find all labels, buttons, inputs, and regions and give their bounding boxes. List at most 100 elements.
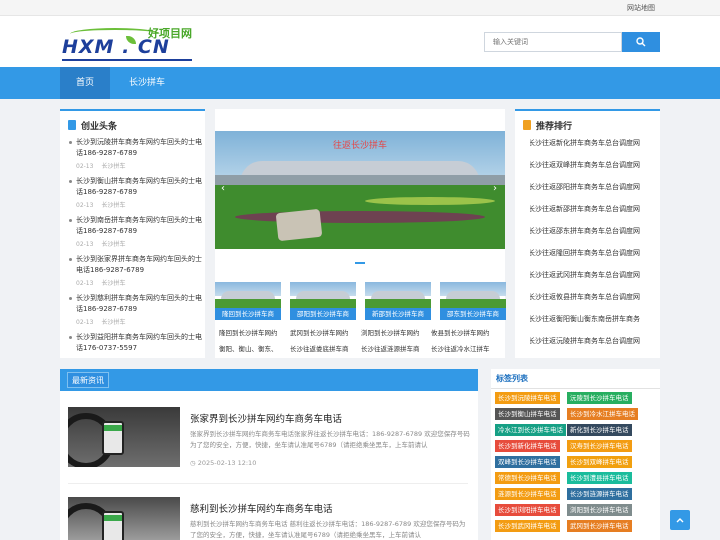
tag-link[interactable]: 长沙到澧县拼车电话	[567, 472, 632, 484]
sitemap-link[interactable]: 网站地图	[627, 3, 655, 13]
thumb-building	[371, 291, 425, 299]
article-title[interactable]: 慈利到长沙拼车网约车商务车电话	[190, 501, 333, 515]
thumb-card[interactable]: 邵阳到长沙拼车商	[290, 282, 356, 320]
ranking-item[interactable]: 长沙往返衡阳衡山衡东南岳拼车商务	[530, 314, 652, 324]
list-item[interactable]: 长沙到益阳拼车商务车网约车回头的士电话176-0737-5597	[69, 332, 206, 354]
tag-link[interactable]: 汉寿到长沙拼车电话	[567, 440, 632, 452]
back-to-top-button[interactable]	[670, 510, 690, 530]
tag-link[interactable]: 新化到长沙拼车电话	[567, 424, 632, 436]
tag-link[interactable]: 武冈到长沙拼车电话	[567, 520, 632, 532]
ranking-item[interactable]: 长沙往返新化拼车商务车总台调度网	[530, 138, 652, 148]
nav-home[interactable]: 首页	[60, 67, 110, 99]
list-item-title[interactable]: 长沙到沅陵拼车商务车网约车回头的士电话186-9287-6789	[69, 137, 206, 159]
thumb-label[interactable]: 新邵到长沙拼车商	[365, 308, 431, 320]
ranking-item[interactable]: 长沙往返邵东拼车商务车总台调度网	[530, 226, 652, 236]
list-item-category[interactable]: 长沙拼车	[101, 280, 125, 287]
thumb-building	[446, 291, 500, 299]
tag-link[interactable]: 双峰到长沙拼车电话	[495, 456, 560, 468]
ranking-item[interactable]: 长沙往返武冈拼车商务车总台调度网	[530, 270, 652, 280]
thumb-card[interactable]: 隆回到长沙拼车商	[215, 282, 281, 320]
search-button[interactable]	[622, 32, 660, 52]
thumb-link[interactable]: 隆回到长沙拼车网约	[219, 327, 281, 337]
ranking-item[interactable]: 长沙往返沅陵拼车商务车总台调度网	[530, 336, 652, 346]
tag-link[interactable]: 长沙到涟源拼车电话	[567, 488, 632, 500]
tag-link[interactable]: 沅陵到长沙拼车电话	[567, 392, 632, 404]
list-item-title[interactable]: 长沙到南岳拼车商务车网约车回头的士电话186-9287-6789	[69, 215, 206, 237]
ranking-title: 推荐排行	[523, 119, 572, 132]
tag-link[interactable]: 常德到长沙拼车电话	[495, 472, 560, 484]
article-thumbnail[interactable]	[68, 497, 180, 540]
site-logo[interactable]: HXM . CN 好项目网	[60, 22, 200, 62]
search-icon	[636, 37, 646, 47]
tags-title: 标签列表	[496, 374, 528, 383]
list-item-category[interactable]: 长沙拼车	[101, 202, 125, 209]
chevron-up-icon	[676, 518, 684, 523]
logo-cn: 好项目网	[148, 27, 192, 40]
thumb-link[interactable]: 长沙往返娄底拼车商	[290, 343, 352, 353]
list-item-title[interactable]: 长沙到张家界拼车商务车网约车回头的士电话186-9287-6789	[69, 254, 206, 276]
thumb-building	[296, 291, 350, 299]
list-item-title[interactable]: 长沙到慈利拼车商务车网约车回头的士电话186-9287-6789	[69, 293, 206, 315]
thumb-link[interactable]: 浏阳到长沙拼车网约	[361, 327, 423, 337]
carousel-hedge	[365, 197, 495, 205]
tag-link[interactable]: 长沙到浏阳拼车电话	[495, 504, 560, 516]
ranking-item[interactable]: 长沙往返双峰拼车商务车总台调度网	[530, 160, 652, 170]
article-thumbnail[interactable]	[68, 407, 180, 467]
list-item[interactable]: 长沙到衡山拼车商务车网约车回头的士电话186-9287-6789 02-13 长沙…	[69, 176, 206, 209]
thumb-label[interactable]: 隆回到长沙拼车商	[215, 308, 281, 320]
list-item-date: 02-13	[76, 319, 94, 326]
header: HXM . CN 好项目网	[0, 16, 720, 67]
tag-link[interactable]: 长沙到新化拼车电话	[495, 440, 560, 452]
ranking-item[interactable]: 长沙往返邵阳拼车商务车总台调度网	[530, 182, 652, 192]
thumb-label[interactable]: 邵东到长沙拼车商	[440, 308, 506, 320]
phone-screen-bar	[104, 425, 122, 431]
list-item-title[interactable]: 长沙到益阳拼车商务车网约车回头的士电话176-0737-5597	[69, 332, 206, 354]
carousel-next-icon[interactable]: ›	[493, 183, 497, 194]
nav-changsha[interactable]: 长沙拼车	[116, 67, 178, 99]
article-item[interactable]: 慈利到长沙拼车网约车商务车电话 慈利到长沙拼车网约车商务车电话 慈利往返长沙拼车…	[68, 497, 468, 540]
search-input[interactable]	[484, 32, 622, 52]
tag-link[interactable]: 长沙到衡山拼车电话	[495, 408, 560, 420]
thumb-link[interactable]: 衡阳、衡山、衡东、	[219, 343, 281, 353]
tag-link[interactable]: 长沙到沅陵拼车电话	[495, 392, 560, 404]
thumb-link[interactable]: 长沙往返涟源拼车商	[361, 343, 423, 353]
tag-link[interactable]: 浏阳到长沙拼车电话	[567, 504, 632, 516]
thumb-card[interactable]: 新邵到长沙拼车商	[365, 282, 431, 320]
list-item[interactable]: 长沙到慈利拼车商务车网约车回头的士电话186-9287-6789 02-13 长沙…	[69, 293, 206, 326]
list-item-category[interactable]: 长沙拼车	[101, 241, 125, 248]
carousel-image[interactable]: 往返长沙拼车 ‹ ›	[215, 131, 505, 249]
article-date-text: 2025-02-13 12:10	[197, 459, 257, 467]
tag-link[interactable]: 冷水江到长沙拼车电话	[495, 424, 566, 436]
tag-link[interactable]: 长沙到双峰拼车电话	[567, 456, 632, 468]
ranking-title-text: 推荐排行	[536, 122, 573, 132]
tag-link[interactable]: 长沙到武冈拼车电话	[495, 520, 560, 532]
carousel-building-base	[215, 175, 505, 185]
article-title[interactable]: 张家界到长沙拼车网约车商务车电话	[190, 411, 342, 425]
thumb-link[interactable]: 武冈到长沙拼车网约	[290, 327, 352, 337]
list-item[interactable]: 长沙到沅陵拼车商务车网约车回头的士电话186-9287-6789 02-13 长沙…	[69, 137, 206, 170]
list-item-category[interactable]: 长沙拼车	[101, 319, 125, 326]
phone-screen-bar	[104, 515, 122, 521]
list-item-category[interactable]: 长沙拼车	[101, 163, 125, 170]
tag-link[interactable]: 长沙到冷水江拼车电话	[567, 408, 638, 420]
divider	[68, 483, 468, 484]
list-item[interactable]: 长沙到南岳拼车商务车网约车回头的士电话186-9287-6789 02-13 长沙…	[69, 215, 206, 248]
carousel-stone	[275, 208, 323, 242]
article-desc: 慈利到长沙拼车网约车商务车电话 慈利往返长沙拼车电话：186-9287-6789…	[190, 520, 466, 539]
article-item[interactable]: 张家界到长沙拼车网约车商务车电话 张家界到长沙拼车网约车商务车电话张家界往返长沙…	[68, 407, 470, 469]
thumb-link[interactable]: 攸县到长沙拼车网约	[431, 327, 493, 337]
list-item[interactable]: 长沙到张家界拼车商务车网约车回头的士电话186-9287-6789 02-13 长…	[69, 254, 206, 287]
list-item-date: 02-13	[76, 163, 94, 170]
ranking-item[interactable]: 长沙往返隆回拼车商务车总台调度网	[530, 248, 652, 258]
ranking-item[interactable]: 长沙往返攸县拼车商务车总台调度网	[530, 292, 652, 302]
ranking-item[interactable]: 长沙往返新邵拼车商务车总台调度网	[530, 204, 652, 214]
thumb-link[interactable]: 长沙往返冷水江拼车	[431, 343, 493, 353]
list-item-date: 02-13	[76, 202, 94, 209]
thumb-card[interactable]: 邵东到长沙拼车商	[440, 282, 506, 320]
carousel-indicator[interactable]	[355, 262, 365, 264]
list-item-title[interactable]: 长沙到衡山拼车商务车网约车回头的士电话186-9287-6789	[69, 176, 206, 198]
carousel-prev-icon[interactable]: ‹	[221, 183, 225, 194]
thumb-label[interactable]: 邵阳到长沙拼车商	[290, 308, 356, 320]
tag-link[interactable]: 涟源到长沙拼车电话	[495, 488, 560, 500]
document-icon	[523, 120, 531, 130]
